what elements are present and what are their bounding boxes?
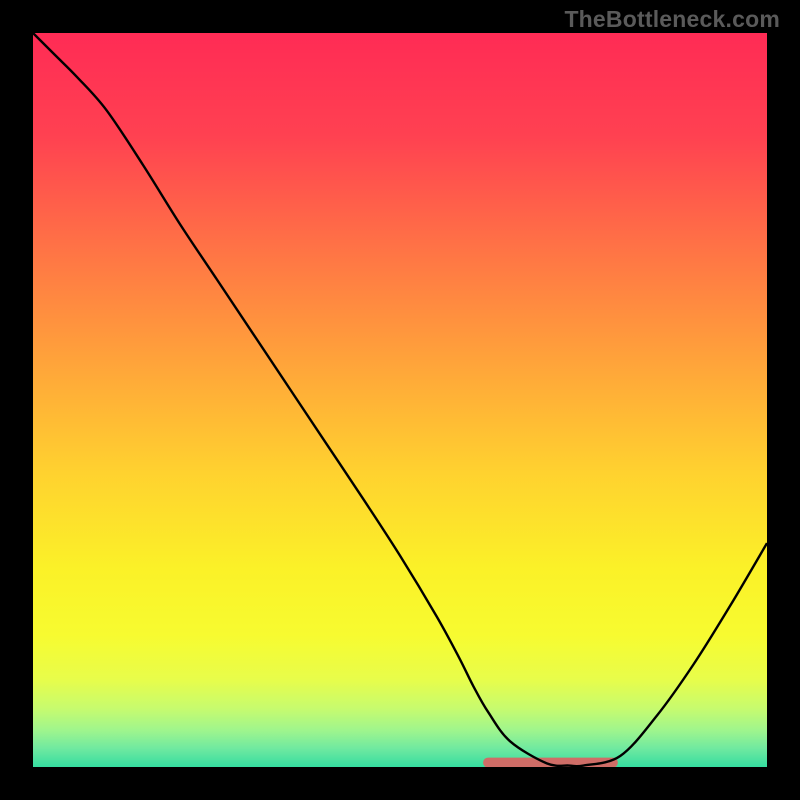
watermark-text: TheBottleneck.com [564, 6, 780, 33]
chart-frame: TheBottleneck.com [0, 0, 800, 800]
curve-layer [33, 33, 767, 767]
bottleneck-curve [33, 33, 767, 766]
plot-area [33, 33, 767, 767]
